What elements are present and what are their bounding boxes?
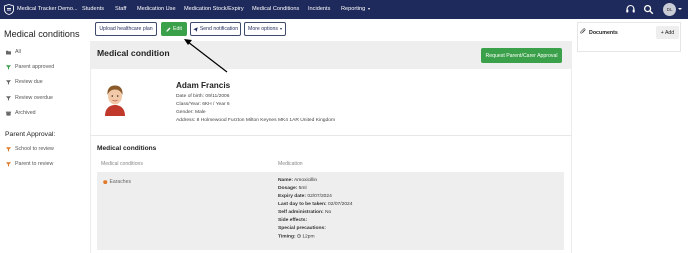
- column-header-conditions: Medical conditions: [101, 161, 143, 167]
- parent-approval-heading: Parent Approval:: [5, 131, 56, 138]
- med-side-effects-line: Side effects:: [278, 218, 307, 223]
- class-value: 6KH / Year 6: [202, 102, 230, 107]
- dob-line: Date of birth: 09/11/2006: [176, 94, 229, 99]
- gender-label: Gender:: [176, 110, 194, 115]
- button-label: Send notification: [199, 26, 239, 32]
- nav-students[interactable]: Students: [82, 6, 104, 12]
- nav-medication-stock[interactable]: Medication Stock/Expiry: [184, 6, 244, 12]
- paper-plane-icon: [193, 26, 198, 32]
- shield-logo-icon[interactable]: [4, 4, 14, 15]
- med-timing-line: Timing: 12pm: [278, 234, 315, 239]
- filter-icon: [6, 146, 11, 152]
- address-line: Address: 8 Holmewood Furzton Milton Keyn…: [176, 118, 335, 123]
- pencil-icon: [166, 27, 171, 32]
- filter-icon: [6, 95, 11, 101]
- class-line: Class/Year: 6KH / Year 6: [176, 102, 230, 107]
- sidebar-item-all[interactable]: All: [6, 49, 21, 55]
- class-label: Class/Year:: [176, 102, 201, 107]
- med-expiry-label: Expiry date:: [278, 194, 306, 199]
- folder-icon: [6, 50, 11, 54]
- sidebar-item-label: Parent to review: [15, 161, 54, 167]
- filter-icon: [6, 79, 11, 85]
- dob-label: Date of birth:: [176, 94, 204, 99]
- send-notification-button[interactable]: Send notification: [190, 22, 241, 36]
- chevron-down-icon: [280, 28, 282, 30]
- app-title[interactable]: Medical Tracker Demo...: [17, 6, 78, 12]
- upload-healthcare-plan-button[interactable]: Upload healthcare plan: [95, 22, 157, 36]
- sidebar-title: Medical conditions: [4, 29, 80, 39]
- request-approval-button[interactable]: Request Parent/Carer Approval: [481, 48, 562, 63]
- nav-reporting-label: Reporting: [341, 6, 366, 12]
- sidebar-item-label: School to review: [15, 146, 54, 152]
- med-selfadmin-value: No: [325, 210, 332, 215]
- med-dosage-line: Dosage: 5ml: [278, 186, 307, 191]
- nav-medical-conditions[interactable]: Medical Conditions: [252, 6, 299, 12]
- med-name-value: Amoxicillin: [294, 178, 318, 183]
- search-icon[interactable]: [643, 4, 654, 15]
- sidebar-item-label: Review due: [15, 79, 43, 85]
- gender-value: Male: [195, 110, 206, 115]
- med-name-label: Name:: [278, 178, 293, 183]
- shield-alert-icon: [103, 179, 108, 185]
- med-lastday-line: Last day to be taken: 02/07/2024: [278, 202, 353, 207]
- more-options-button[interactable]: More options: [244, 22, 286, 36]
- nav-incidents[interactable]: Incidents: [308, 6, 330, 12]
- med-lastday-value: 02/07/2024: [328, 202, 353, 207]
- med-timing-label: Timing:: [278, 234, 296, 240]
- sidebar-item-school-to-review[interactable]: School to review: [6, 146, 54, 152]
- filter-icon: [6, 64, 11, 70]
- archive-icon: [6, 111, 11, 116]
- button-label: Upload healthcare plan: [99, 26, 153, 32]
- med-dosage-label: Dosage:: [278, 186, 298, 191]
- support-headset-icon[interactable]: [625, 4, 636, 15]
- nav-medication-use[interactable]: Medication Use: [137, 6, 176, 12]
- edit-button[interactable]: Edit: [161, 22, 187, 36]
- top-nav: Medical Tracker Demo... Students Staff M…: [0, 0, 688, 19]
- chevron-down-icon: [367, 7, 370, 10]
- divider: [90, 135, 572, 136]
- add-document-button[interactable]: + Add: [656, 26, 679, 39]
- button-label: More options: [248, 26, 278, 32]
- button-label: Edit: [173, 26, 182, 32]
- conditions-heading: Medical conditions: [97, 145, 157, 152]
- sidebar-item-archived[interactable]: Archived: [6, 110, 36, 116]
- med-selfadmin-line: Self administration: No: [278, 210, 331, 215]
- clock-icon: [297, 234, 301, 238]
- sidebar-item-parent-to-review[interactable]: Parent to review: [6, 161, 53, 167]
- med-selfadmin-label: Self administration:: [278, 210, 324, 215]
- med-name-line: Name: Amoxicillin: [278, 178, 317, 183]
- documents-title: Documents: [589, 30, 618, 36]
- sidebar-item-review-overdue[interactable]: Review overdue: [6, 95, 53, 101]
- sidebar-item-review-due[interactable]: Review due: [6, 79, 43, 85]
- student-photo: [101, 82, 129, 116]
- med-lastday-label: Last day to be taken:: [278, 202, 327, 207]
- condition-label: Earaches: [109, 179, 132, 185]
- paperclip-icon: [580, 28, 586, 34]
- condition-name[interactable]: Earaches: [103, 179, 131, 185]
- nav-reporting[interactable]: Reporting: [341, 6, 370, 12]
- med-special-line: Special precautions:: [278, 226, 326, 231]
- med-timing-value: 12pm: [302, 234, 315, 240]
- student-name: Adam Francis: [176, 81, 231, 90]
- chevron-down-icon[interactable]: [678, 8, 682, 10]
- sidebar-item-label: Parent approved: [15, 64, 55, 70]
- page-title: Medical condition: [97, 48, 170, 58]
- med-expiry-line: Expiry date: 02/07/2024: [278, 194, 332, 199]
- med-side-effects-label: Side effects:: [278, 218, 308, 223]
- nav-staff[interactable]: Staff: [115, 6, 126, 12]
- med-dosage-value: 5ml: [298, 186, 307, 191]
- med-special-label: Special precautions:: [278, 226, 326, 231]
- dob-value: 09/11/2006: [205, 94, 230, 99]
- address-label: Address:: [176, 118, 196, 123]
- user-avatar[interactable]: DL: [663, 3, 676, 16]
- address-value: 8 Holmewood Furzton Milton Keynes MK4 1A…: [196, 118, 336, 123]
- sidebar-item-parent-approved[interactable]: Parent approved: [6, 64, 54, 70]
- med-expiry-value: 02/07/2024: [307, 194, 332, 199]
- sidebar-item-label: All: [15, 49, 21, 55]
- sidebar-item-label: Review overdue: [15, 95, 53, 101]
- filter-icon: [6, 161, 11, 167]
- gender-line: Gender: Male: [176, 110, 206, 115]
- column-header-medication: Medication: [278, 161, 303, 167]
- sidebar-item-label: Archived: [15, 110, 36, 116]
